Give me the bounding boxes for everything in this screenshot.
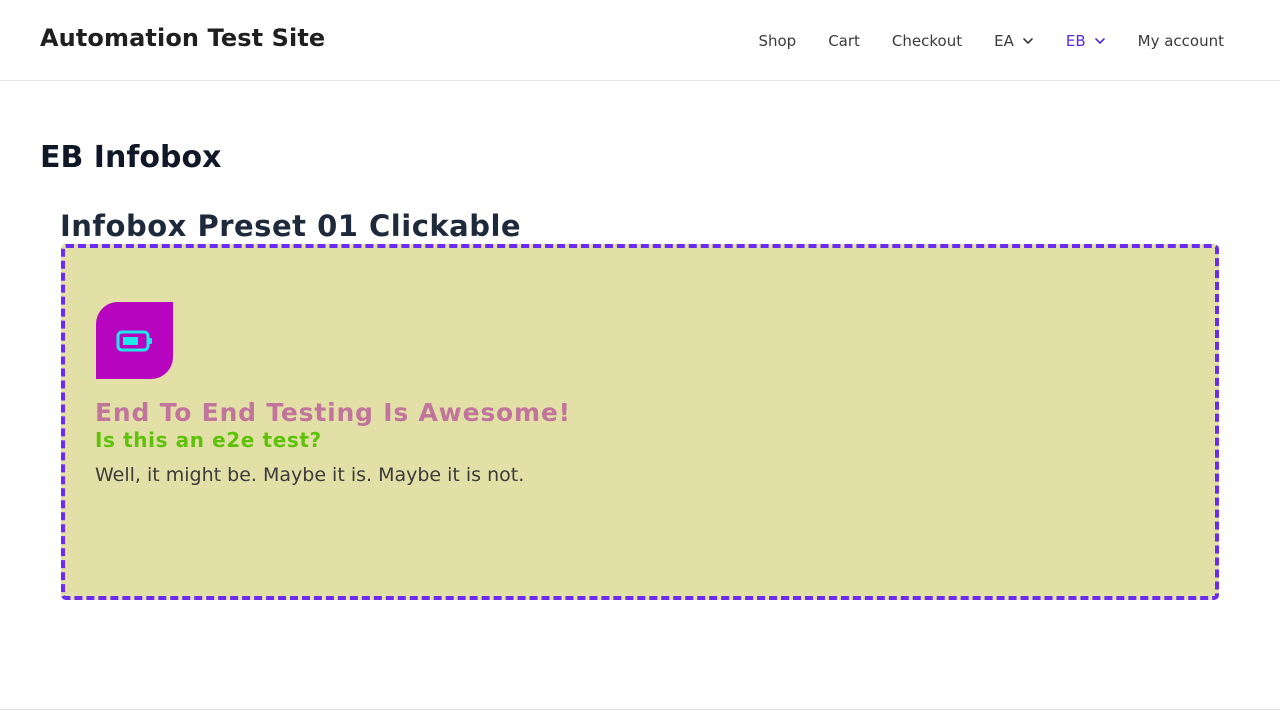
nav-item-ea[interactable]: EA xyxy=(994,30,1034,52)
page-title: EB Infobox xyxy=(40,140,222,175)
chevron-down-icon[interactable] xyxy=(1094,35,1106,47)
nav-item-label: EA xyxy=(994,32,1014,50)
nav-item-label: Checkout xyxy=(891,32,963,50)
infobox-title: End To End Testing Is Awesome! xyxy=(95,398,571,427)
nav-item-my-account[interactable]: My account xyxy=(1138,30,1224,52)
section-heading: Infobox Preset 01 Clickable xyxy=(60,209,522,243)
nav-item-eb[interactable]: EB xyxy=(1066,30,1106,52)
footer-divider xyxy=(0,709,1280,710)
main-navigation: Shop Cart Checkout EA EB My account xyxy=(758,30,1224,52)
nav-item-checkout[interactable]: Checkout xyxy=(892,30,962,52)
chevron-down-icon[interactable] xyxy=(1022,35,1034,47)
nav-item-label: My account xyxy=(1137,32,1224,50)
battery-half-icon xyxy=(96,302,173,379)
nav-item-cart[interactable]: Cart xyxy=(828,30,860,52)
infobox-subtitle: Is this an e2e test? xyxy=(95,428,322,452)
nav-item-label: Shop xyxy=(758,32,797,50)
nav-item-label: EB xyxy=(1065,32,1086,50)
site-title-link[interactable]: Automation Test Site xyxy=(40,24,325,52)
site-header: Automation Test Site Shop Cart Checkout … xyxy=(0,0,1280,81)
infobox-card-link[interactable]: End To End Testing Is Awesome! Is this a… xyxy=(61,244,1219,600)
nav-item-label: Cart xyxy=(828,32,860,50)
nav-item-shop[interactable]: Shop xyxy=(758,30,796,52)
infobox-description: Well, it might be. Maybe it is. Maybe it… xyxy=(95,464,525,486)
